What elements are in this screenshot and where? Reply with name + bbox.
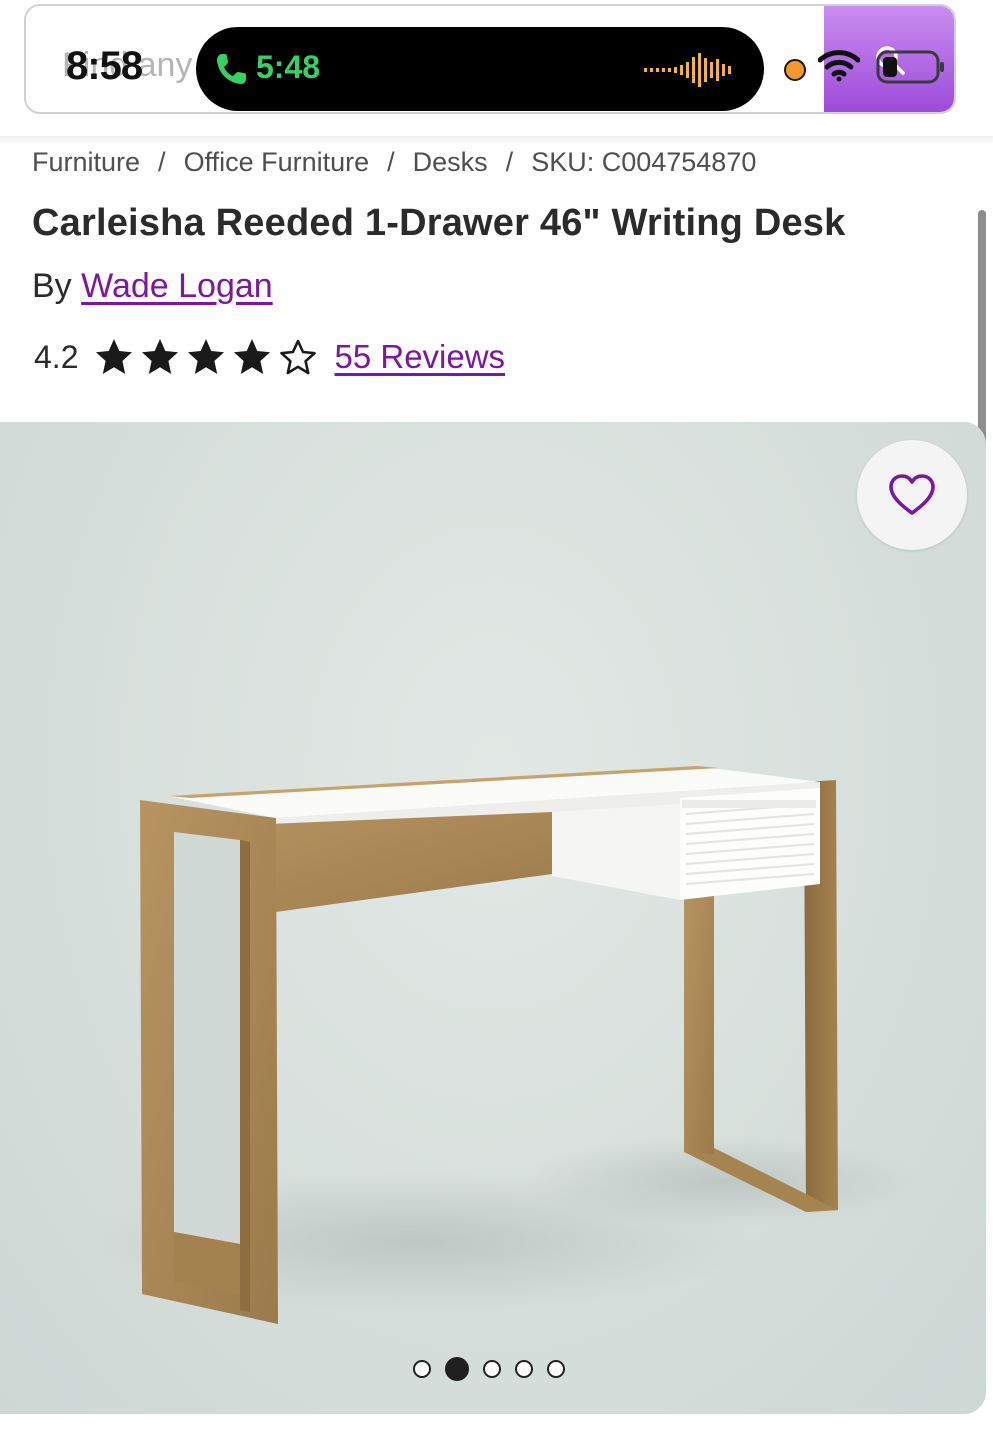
product-sku: SKU: C004754870	[531, 146, 757, 177]
active-call-pill[interactable]: 5:48	[196, 27, 764, 111]
product-title: Carleisha Reeded 1-Drawer 46" Writing De…	[32, 202, 846, 244]
breadcrumb-office-furniture[interactable]: Office Furniture	[184, 147, 370, 178]
gallery-pagination	[0, 1354, 982, 1384]
brand-link[interactable]: Wade Logan	[81, 267, 273, 305]
gallery-dot[interactable]	[413, 1360, 431, 1378]
header-shadow	[0, 136, 993, 144]
audio-wave-icon	[644, 53, 731, 87]
heart-outline-icon	[889, 474, 935, 515]
reviews-link[interactable]: 55 Reviews	[334, 338, 505, 376]
recording-dot-icon	[784, 59, 806, 81]
product-image-gallery[interactable]	[0, 422, 986, 1414]
gallery-dot-active[interactable]	[445, 1357, 469, 1381]
product-image-desk	[90, 766, 920, 1324]
clock-time: 8:58	[66, 44, 143, 88]
star-filled-icon	[96, 339, 133, 374]
top-bar: Find any 8:58 5:48	[0, 0, 993, 138]
breadcrumb-desks[interactable]: Desks	[413, 147, 488, 178]
gallery-dot[interactable]	[547, 1360, 565, 1378]
product-byline: By Wade Logan	[32, 267, 273, 306]
by-label: By	[32, 267, 72, 305]
star-filled-icon	[234, 339, 271, 374]
gallery-dot[interactable]	[515, 1360, 533, 1378]
breadcrumb-separator: /	[505, 146, 514, 177]
rating-value: 4.2	[34, 338, 79, 375]
gallery-dot[interactable]	[483, 1360, 501, 1378]
battery-icon	[876, 50, 944, 84]
star-rating	[94, 337, 324, 377]
breadcrumb: Furniture / Office Furniture / Desks / S…	[32, 144, 756, 180]
wifi-icon	[818, 50, 860, 82]
call-duration: 5:48	[256, 49, 321, 85]
breadcrumb-furniture[interactable]: Furniture	[32, 147, 140, 178]
rating-row: 4.2 55 Reviews	[34, 334, 505, 380]
phone-icon	[217, 54, 246, 84]
favorite-button[interactable]	[857, 440, 967, 550]
breadcrumb-separator: /	[158, 146, 166, 177]
star-filled-icon	[188, 339, 225, 374]
breadcrumb-separator: /	[387, 146, 395, 177]
star-filled-icon	[142, 339, 179, 374]
star-empty-icon	[280, 339, 317, 375]
